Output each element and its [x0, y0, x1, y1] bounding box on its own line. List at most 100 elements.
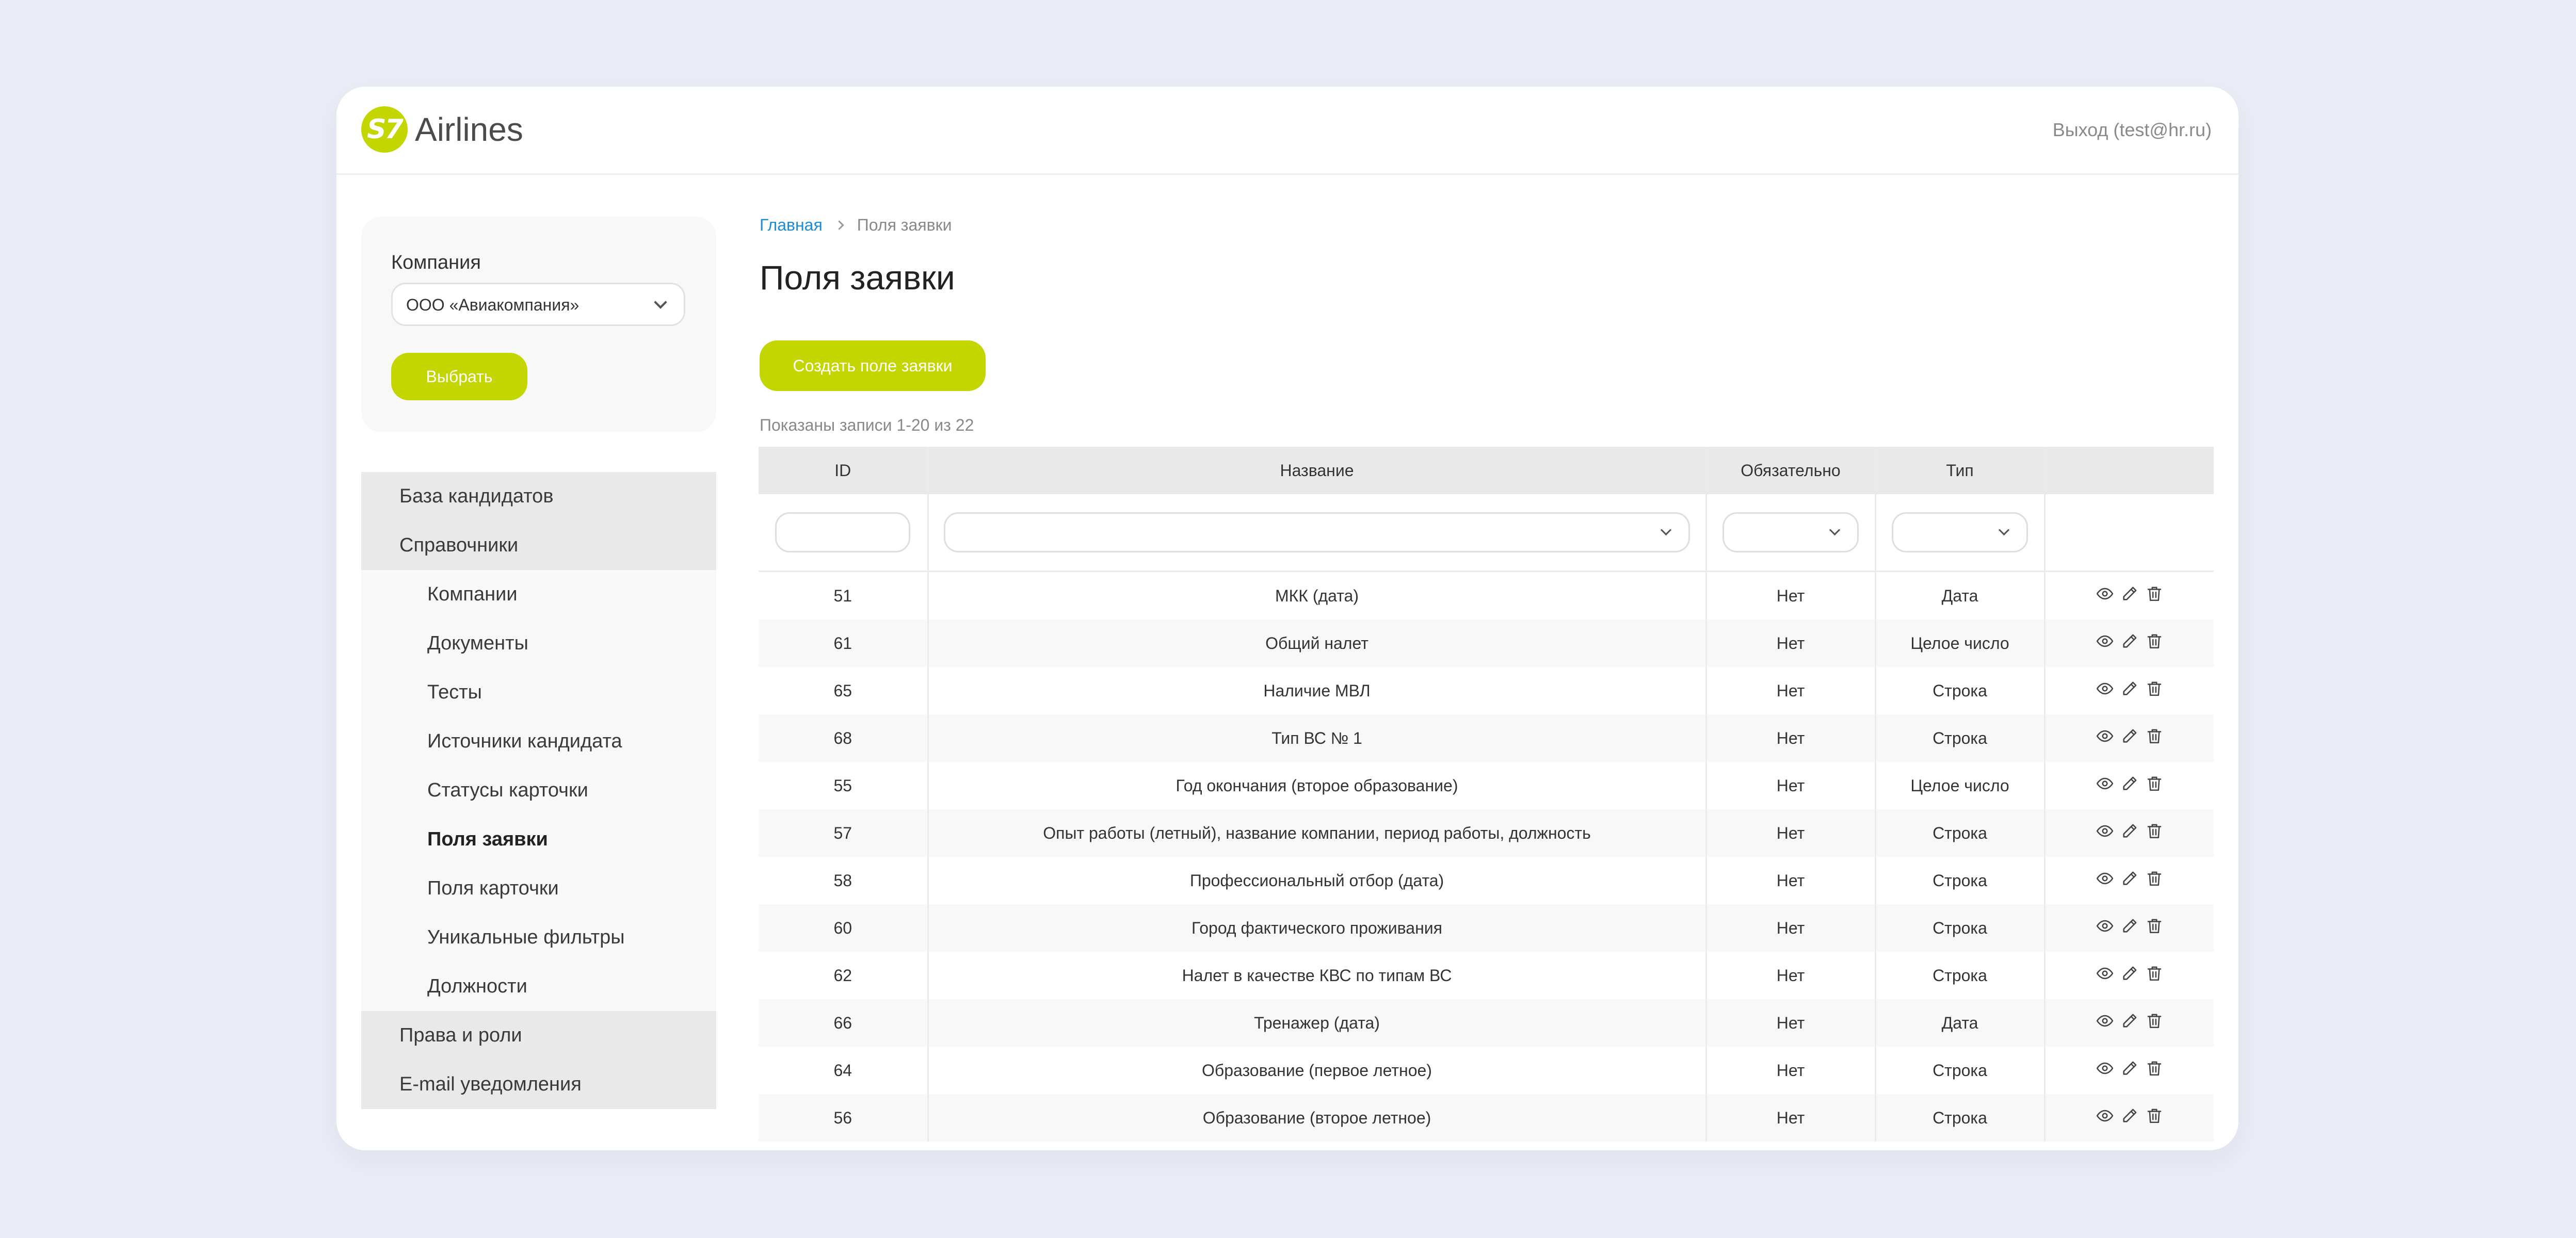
sidebar-item-3[interactable]: Документы: [361, 619, 716, 668]
row-actions: [2096, 727, 2163, 745]
eye-icon[interactable]: [2096, 632, 2114, 650]
id-filter-input[interactable]: [775, 512, 911, 552]
choose-button[interactable]: Выбрать: [391, 353, 527, 400]
cell-name: Наличие МВЛ: [928, 667, 1707, 714]
eye-icon[interactable]: [2096, 680, 2114, 697]
cell-required: Нет: [1706, 1047, 1876, 1094]
cell-name: Опыт работы (летный), название компании,…: [928, 809, 1707, 857]
pencil-icon[interactable]: [2121, 680, 2138, 697]
breadcrumb-home-link[interactable]: Главная: [760, 216, 823, 234]
trash-icon[interactable]: [2146, 1012, 2163, 1030]
sidebar-item-10[interactable]: Должности: [361, 962, 716, 1011]
cell-id: 56: [759, 1094, 929, 1142]
pencil-icon[interactable]: [2121, 917, 2138, 935]
sidebar-item-6[interactable]: Статусы карточки: [361, 766, 716, 815]
trash-icon[interactable]: [2146, 1107, 2163, 1125]
logo-badge: S7: [361, 106, 408, 153]
chevron-down-icon: [1829, 524, 1841, 536]
sidebar-item-5[interactable]: Источники кандидата: [361, 717, 716, 766]
required-filter-select[interactable]: [1722, 512, 1859, 552]
pencil-icon[interactable]: [2121, 585, 2138, 602]
row-actions: [2096, 917, 2163, 935]
row-actions: [2096, 1107, 2163, 1125]
cell-name: Год окончания (второе образование): [928, 762, 1707, 809]
trash-icon[interactable]: [2146, 822, 2163, 840]
sidebar-item-0[interactable]: База кандидатов: [361, 472, 716, 521]
sidebar-item-1[interactable]: Справочники: [361, 521, 716, 570]
page-title: Поля заявки: [760, 258, 955, 297]
cell-required: Нет: [1706, 762, 1876, 809]
cell-name: Тренажер (дата): [928, 999, 1707, 1047]
pencil-icon[interactable]: [2121, 965, 2138, 982]
pencil-icon[interactable]: [2121, 870, 2138, 887]
name-filter-select[interactable]: [944, 512, 1690, 552]
cell-actions: [2044, 1094, 2214, 1142]
table-row: 51 МКК (дата) Нет Дата: [759, 571, 2214, 620]
pencil-icon[interactable]: [2121, 1012, 2138, 1030]
eye-icon[interactable]: [2096, 870, 2114, 887]
trash-icon[interactable]: [2146, 727, 2163, 745]
pencil-icon[interactable]: [2121, 1107, 2138, 1125]
sidebar-item-2[interactable]: Компании: [361, 570, 716, 619]
column-header-type[interactable]: Тип: [1875, 447, 2046, 494]
column-header-required[interactable]: Обязательно: [1706, 447, 1876, 494]
eye-icon[interactable]: [2096, 727, 2114, 745]
sidebar-item-12[interactable]: E-mail уведомления: [361, 1060, 716, 1109]
cell-type: Строка: [1875, 714, 2046, 762]
company-selector-panel: Компания ООО «Авиакомпания» Выбрать: [361, 217, 716, 432]
pencil-icon[interactable]: [2121, 822, 2138, 840]
trash-icon[interactable]: [2146, 1060, 2163, 1077]
eye-icon[interactable]: [2096, 1060, 2114, 1077]
sidebar-item-7[interactable]: Поля заявки: [361, 815, 716, 864]
eye-icon[interactable]: [2096, 1012, 2114, 1030]
row-actions: [2096, 1060, 2163, 1077]
sidebar-item-11[interactable]: Права и роли: [361, 1011, 716, 1060]
cell-name: Налет в качестве КВС по типам ВС: [928, 952, 1707, 999]
table-row: 64 Образование (первое летное) Нет Строка: [759, 1047, 2214, 1094]
cell-required: Нет: [1706, 857, 1876, 904]
cell-actions: [2044, 809, 2214, 857]
eye-icon[interactable]: [2096, 965, 2114, 982]
chevron-down-icon: [654, 296, 667, 309]
pencil-icon[interactable]: [2121, 1060, 2138, 1077]
eye-icon[interactable]: [2096, 1107, 2114, 1125]
row-actions: [2096, 870, 2163, 887]
sidebar-item-8[interactable]: Поля карточки: [361, 864, 716, 913]
cell-name: Профессиональный отбор (дата): [928, 857, 1707, 904]
trash-icon[interactable]: [2146, 585, 2163, 602]
trash-icon[interactable]: [2146, 775, 2163, 792]
company-select[interactable]: ООО «Авиакомпания»: [391, 283, 685, 326]
cell-required: Нет: [1706, 1094, 1876, 1142]
trash-icon[interactable]: [2146, 632, 2163, 650]
eye-icon[interactable]: [2096, 822, 2114, 840]
eye-icon[interactable]: [2096, 585, 2114, 602]
sidebar-item-9[interactable]: Уникальные фильтры: [361, 913, 716, 962]
cell-id: 58: [759, 857, 929, 904]
pencil-icon[interactable]: [2121, 775, 2138, 792]
row-actions: [2096, 632, 2163, 650]
cell-name: МКК (дата): [928, 571, 1707, 620]
cell-type: Дата: [1875, 999, 2046, 1047]
logo-text: Airlines: [415, 111, 523, 148]
sidebar-item-4[interactable]: Тесты: [361, 668, 716, 717]
row-actions: [2096, 680, 2163, 697]
cell-required: Нет: [1706, 904, 1876, 952]
pencil-icon[interactable]: [2121, 632, 2138, 650]
trash-icon[interactable]: [2146, 870, 2163, 887]
eye-icon[interactable]: [2096, 775, 2114, 792]
trash-icon[interactable]: [2146, 965, 2163, 982]
trash-icon[interactable]: [2146, 917, 2163, 935]
logout-link[interactable]: Выход (test@hr.ru): [2053, 119, 2212, 141]
cell-type: Строка: [1875, 952, 2046, 999]
type-filter-select[interactable]: [1892, 512, 2028, 552]
cell-type: Строка: [1875, 1047, 2046, 1094]
create-field-button[interactable]: Создать поле заявки: [760, 340, 986, 391]
cell-id: 61: [759, 620, 929, 667]
column-header-id[interactable]: ID: [759, 447, 929, 494]
cell-actions: [2044, 714, 2214, 762]
column-header-name[interactable]: Название: [928, 447, 1707, 494]
table-row: 62 Налет в качестве КВС по типам ВС Нет Стр…: [759, 952, 2214, 999]
trash-icon[interactable]: [2146, 680, 2163, 697]
pencil-icon[interactable]: [2121, 727, 2138, 745]
eye-icon[interactable]: [2096, 917, 2114, 935]
